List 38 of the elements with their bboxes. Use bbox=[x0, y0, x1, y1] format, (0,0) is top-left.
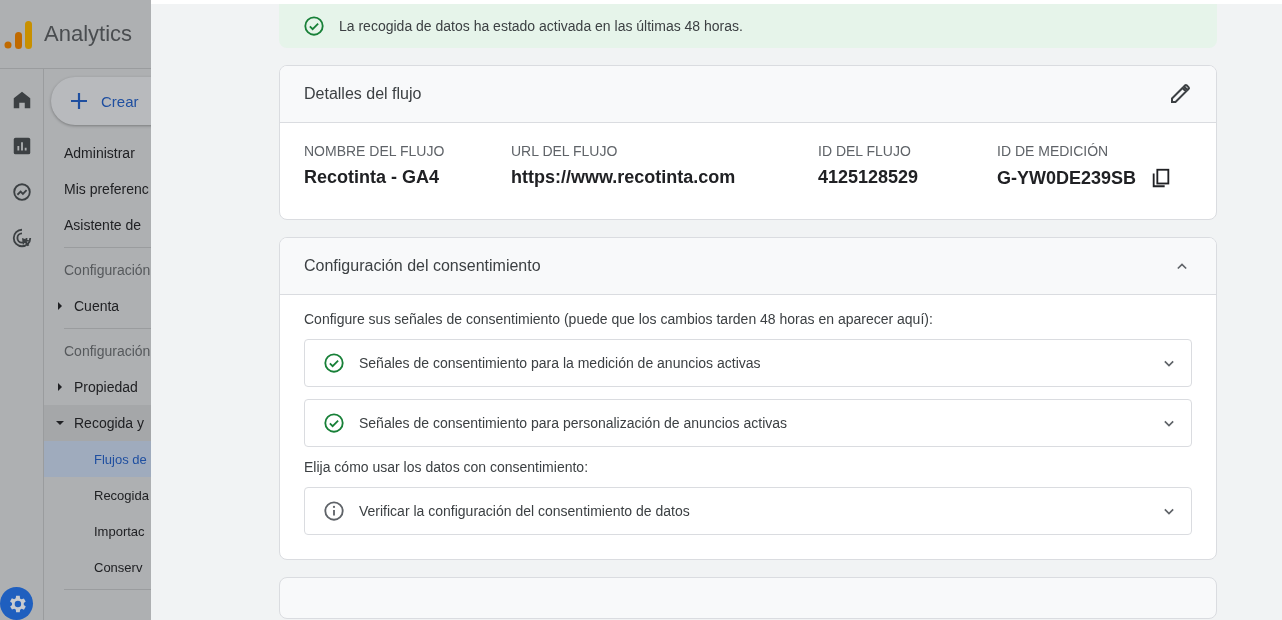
nav-subitem[interactable]: Recogida bbox=[44, 477, 151, 513]
field-value: https://www.recotinta.com bbox=[511, 167, 736, 188]
nav-group[interactable]: Propiedad bbox=[44, 369, 151, 405]
field-label: ID DE MEDICIÓN bbox=[997, 143, 1110, 159]
consent-intro: Configure sus señales de consentimiento (puede que los cambios tarden 48 horas en aparecer aquí): bbox=[304, 311, 934, 327]
check-circle-icon bbox=[303, 15, 325, 37]
nav-section-heading: Configuración bbox=[63, 261, 151, 280]
explore-icon[interactable] bbox=[10, 181, 33, 203]
nav-section-heading: Configuración bbox=[63, 342, 151, 361]
field-value: 4125128529 bbox=[818, 167, 919, 188]
info-icon bbox=[323, 500, 345, 522]
plus-icon bbox=[69, 91, 89, 111]
expandable-row[interactable]: Señales de consentimiento para personalización de anuncios activas bbox=[304, 399, 1192, 447]
field-label: URL DEL FLUJO bbox=[511, 143, 619, 159]
nav-group[interactable]: Cuenta bbox=[44, 288, 151, 324]
banner-text: La recogida de datos ha estado activada en las últimas 48 horas. bbox=[339, 18, 743, 34]
field-label: NOMBRE DEL FLUJO bbox=[304, 143, 446, 159]
settings-icon[interactable] bbox=[0, 587, 33, 620]
logo-icon bbox=[4, 18, 32, 50]
create-button[interactable]: Crear bbox=[51, 77, 151, 125]
field-value: G-YW0DE239SB bbox=[997, 167, 1137, 189]
check-circle-icon bbox=[323, 352, 345, 374]
check-circle-icon bbox=[323, 412, 345, 434]
app-title: Analytics bbox=[44, 21, 133, 47]
nav-subitem[interactable]: Importac bbox=[44, 513, 151, 549]
field-value: Recotinta - GA4 bbox=[304, 167, 440, 188]
usage-label: Elija cómo usar los datos con consentimiento: bbox=[304, 459, 590, 475]
expandable-row[interactable]: Señales de consentimiento para la medición de anuncios activas bbox=[304, 339, 1192, 387]
nav-group[interactable]: Recogida y bbox=[44, 405, 151, 441]
nav-item[interactable]: Administrar bbox=[44, 135, 151, 171]
card-title: Configuración del consentimiento bbox=[304, 257, 541, 275]
edit-icon[interactable] bbox=[1168, 82, 1192, 106]
card-title: Detalles del flujo bbox=[304, 85, 422, 103]
nav-subitem[interactable]: Conserv bbox=[44, 549, 151, 585]
expandable-row[interactable]: Verificar la configuración del consentimiento de datos bbox=[304, 487, 1192, 535]
field-label: ID DEL FLUJO bbox=[818, 143, 912, 159]
nav-item[interactable]: Mis preferenc bbox=[44, 171, 151, 207]
nav-item[interactable]: Asistente de bbox=[44, 207, 151, 243]
